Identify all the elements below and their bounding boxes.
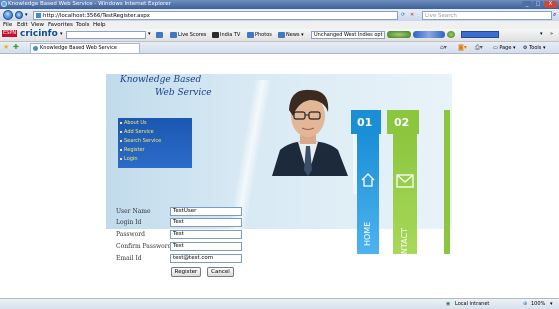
print-icon[interactable]: ⎙▾ xyxy=(475,44,483,52)
nav-about-us[interactable]: About Us xyxy=(120,120,147,126)
back-arrow-icon[interactable]: ‹ xyxy=(3,10,13,20)
toolbar-scores-button[interactable]: Live Scores xyxy=(170,31,206,39)
minimize-button[interactable]: _ xyxy=(522,1,532,8)
favorites-star-icon[interactable]: ★ xyxy=(3,43,9,51)
tile-contact-label: CONTACT xyxy=(400,228,409,266)
tile-number-02-text: 02 xyxy=(394,116,410,129)
tab-title: Knowledge Based Web Service xyxy=(40,45,117,51)
tools-menu-label: Tools xyxy=(529,45,542,51)
menu-tools[interactable]: Tools xyxy=(76,21,90,29)
toolbar-tv-button[interactable]: India TV xyxy=(212,31,240,39)
nav-search-service[interactable]: Search Service xyxy=(119,138,161,144)
close-button[interactable]: X xyxy=(544,1,557,8)
search-input[interactable]: Live Search xyxy=(422,11,552,20)
tools-menu-button[interactable]: ⚙ Tools ▾ xyxy=(523,45,546,51)
window-title: Knowledge Based Web Service - Windows In… xyxy=(8,1,171,7)
forward-arrow-icon[interactable]: › xyxy=(15,11,23,19)
toolbar-search-dropdown-icon[interactable]: ▾ xyxy=(148,31,151,37)
page-icon xyxy=(36,13,41,18)
refresh-icon[interactable]: ⟳ xyxy=(401,12,405,18)
tile-contact[interactable]: CONTACT xyxy=(393,134,417,266)
toolbar-overflow-icon[interactable]: » xyxy=(550,31,553,37)
banner-person-image xyxy=(262,80,354,176)
toolbar-dropdown-icon[interactable]: ▾ xyxy=(60,31,63,37)
tile-number-02: 02 xyxy=(387,110,419,134)
feeds-icon[interactable]: ◙▾ xyxy=(458,44,467,51)
tab-page-icon xyxy=(33,46,38,51)
ie-app-icon xyxy=(1,1,7,7)
menu-edit[interactable]: Edit xyxy=(17,21,28,29)
home-icon[interactable]: ⌂▾ xyxy=(440,44,447,51)
address-url-text: http://localhost:3566/TestRegister.aspx xyxy=(43,13,150,19)
page-menu-label: Page xyxy=(499,45,512,51)
tile-home-label: HOME xyxy=(363,221,372,246)
tv-icon xyxy=(212,31,219,38)
login-id-label: Login Id xyxy=(116,219,142,226)
nav-register[interactable]: Register xyxy=(120,147,145,153)
menu-help[interactable]: Help xyxy=(93,21,106,29)
site-nav-menu: About Us Add Service Search Service Regi… xyxy=(118,118,192,168)
tab-bar: ★ ✚ Knowledge Based Web Service ⌂▾ ◙▾ ⎙▾… xyxy=(0,42,559,54)
password-label: Password xyxy=(116,231,145,238)
green-accent-bar xyxy=(444,110,450,254)
menu-favorites[interactable]: Favorites xyxy=(48,21,73,29)
search-icon[interactable]: ⌕ xyxy=(553,11,556,19)
login-id-input[interactable]: Test xyxy=(170,218,242,227)
menu-view[interactable]: View xyxy=(31,21,44,29)
espn-logo: ESPN xyxy=(2,30,18,37)
menu-file[interactable]: File xyxy=(3,21,12,29)
photos-icon xyxy=(247,31,254,38)
scoreboard-icon xyxy=(170,31,177,38)
ad-slot[interactable] xyxy=(461,31,499,38)
add-favorites-icon[interactable]: ✚ xyxy=(13,43,19,51)
email-input[interactable]: test@test.com xyxy=(170,254,242,263)
envelope-icon xyxy=(396,174,414,188)
cricinfo-logo: cricinfo xyxy=(20,29,58,39)
toolbar-search-button[interactable] xyxy=(156,31,164,39)
menu-bar: File Edit View Favorites Tools Help xyxy=(0,21,559,29)
ticker-status-icon xyxy=(447,31,455,38)
toolbar-photos-button[interactable]: Photos xyxy=(247,31,272,39)
address-bar-row: ‹ › ▾ http://localhost:3566/TestRegister… xyxy=(0,9,559,21)
toolbar-tv-label: India TV xyxy=(220,32,241,38)
cricinfo-toolbar: ESPN cricinfo ▾ ▾ Live Scores India TV P… xyxy=(0,29,559,42)
toolbar-scores-label: Live Scores xyxy=(178,32,207,38)
nav-login[interactable]: Login xyxy=(120,156,138,162)
search-icon xyxy=(156,31,163,38)
toolbar-search-field[interactable] xyxy=(66,31,146,39)
toolbar-news-button[interactable]: News ▾ xyxy=(278,31,304,39)
toolbar-photos-label: Photos xyxy=(255,32,272,38)
page-menu-button[interactable]: ▭ Page ▾ xyxy=(493,45,516,51)
tab-knowledge-based-web-service[interactable]: Knowledge Based Web Service xyxy=(30,43,140,53)
tile-home[interactable]: HOME xyxy=(357,134,379,254)
tile-number-01: 01 xyxy=(351,110,381,134)
tile-number-01-text: 01 xyxy=(357,116,373,129)
status-bar: ◉ Local intranet ⊕ 100% ▾ xyxy=(0,298,559,309)
toolbar-options-icon[interactable]: ▾ xyxy=(540,31,543,37)
register-button[interactable]: Register xyxy=(171,267,201,277)
match-select[interactable]: Unchanged West Indies opt xyxy=(311,31,385,39)
toolbar-news-label: News xyxy=(286,32,300,38)
email-label: Email Id xyxy=(116,255,142,262)
site-logo-line2: Web Service xyxy=(155,88,212,98)
site-logo-line1: Knowledge Based xyxy=(120,75,202,85)
maximize-button[interactable]: □ xyxy=(533,1,543,8)
username-label: User Name xyxy=(116,208,151,215)
confirm-password-input[interactable]: Test xyxy=(170,242,242,251)
news-icon xyxy=(278,31,285,38)
window-title-bar: Knowledge Based Web Service - Windows In… xyxy=(0,0,559,9)
nav-add-service[interactable]: Add Service xyxy=(120,129,154,135)
password-input[interactable]: Test xyxy=(170,230,242,239)
page-content: Knowledge Based Web Service About Us Add… xyxy=(0,54,559,298)
confirm-password-label: Confirm Password xyxy=(116,243,172,250)
username-input[interactable]: TestUser xyxy=(170,207,242,216)
address-input[interactable]: http://localhost:3566/TestRegister.aspx xyxy=(33,11,398,20)
home-icon xyxy=(361,173,375,187)
history-dropdown-icon[interactable]: ▾ xyxy=(25,12,28,18)
cancel-button[interactable]: Cancel xyxy=(207,267,234,277)
ticker-bar xyxy=(413,31,445,38)
stop-icon[interactable]: ✕ xyxy=(410,12,414,18)
match-status-indicator xyxy=(387,31,411,38)
